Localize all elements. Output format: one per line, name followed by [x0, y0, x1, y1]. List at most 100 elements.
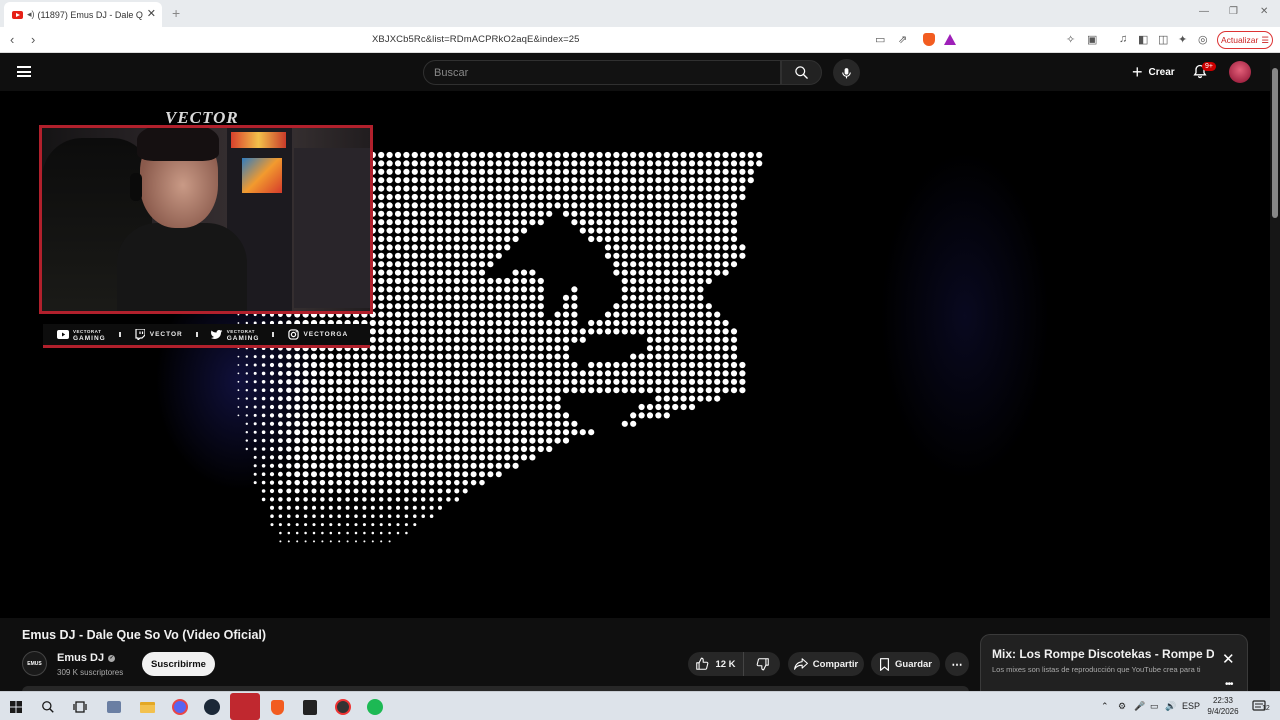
halftone-dot [361, 353, 368, 360]
halftone-dot [487, 210, 494, 217]
spotify-icon[interactable] [364, 696, 386, 718]
halftone-dot [722, 235, 729, 243]
share-button[interactable]: Compartir [788, 652, 864, 676]
halftone-dot [479, 479, 485, 486]
tab-search-icon[interactable]: ▣ [1087, 33, 1097, 46]
halftone-dot [520, 168, 528, 175]
halftone-dot [302, 471, 309, 478]
scrollbar-thumb[interactable] [1272, 68, 1278, 218]
url-field[interactable]: XBJXCb5Rc&list=RDmACPRkO2aqE&index=25 [372, 34, 580, 45]
page-scrollbar[interactable] [1270, 53, 1280, 690]
more-icon[interactable]: ••• [1225, 679, 1233, 690]
update-button[interactable]: Actualizar ☰ [1217, 31, 1273, 49]
maximize-icon[interactable]: ❐ [1229, 6, 1238, 17]
channel-avatar[interactable]: EMUS [22, 651, 47, 676]
like-button[interactable]: 12 K [688, 652, 744, 676]
browser-tab[interactable]: ◂) (11897) Emus DJ - Dale Que So Vo ✕ [4, 2, 162, 27]
halftone-dot [411, 395, 418, 402]
halftone-dot [428, 294, 435, 301]
back-icon[interactable]: ‹ [10, 32, 14, 47]
halftone-dot [478, 437, 486, 444]
halftone-dot [504, 151, 511, 159]
account-avatar[interactable] [1229, 61, 1251, 83]
tab-close-icon[interactable]: ✕ [147, 7, 156, 20]
volume-icon[interactable]: 🔊 [1165, 701, 1176, 712]
halftone-dot [470, 303, 477, 310]
channel-name[interactable]: Emus DJ ✓ [57, 652, 116, 664]
halftone-dot [579, 336, 586, 343]
brave-shield-icon[interactable] [923, 33, 935, 46]
epic-games-icon[interactable] [299, 696, 321, 718]
windows-start-icon[interactable] [5, 696, 27, 718]
video-player[interactable]: VECTOR VECTORAT GAMING VECTOR VECTORAT GAM… [0, 91, 1270, 618]
active-app-icon[interactable] [230, 693, 260, 720]
chevron-up-icon[interactable]: ⌃ [1101, 701, 1109, 712]
create-button[interactable]: + Crear [1124, 61, 1183, 83]
share-page-icon[interactable]: ⇗ [898, 33, 907, 46]
cast-icon[interactable]: ▭ [875, 33, 885, 46]
steam-icon[interactable] [201, 696, 223, 718]
halftone-dot [403, 151, 410, 159]
halftone-dot [478, 311, 486, 318]
window-close-icon[interactable]: ✕ [1260, 6, 1268, 17]
halftone-dot [478, 244, 486, 251]
discord-icon[interactable] [169, 696, 191, 718]
halftone-dot [478, 353, 486, 360]
extensions-icon[interactable]: ✧ [1066, 33, 1075, 46]
halftone-dot [445, 193, 452, 201]
halftone-dot [588, 219, 595, 226]
save-button[interactable]: Guardar [871, 652, 940, 676]
hamburger-menu-icon[interactable] [17, 66, 31, 77]
search-icon[interactable] [37, 696, 59, 718]
playlist-panel[interactable]: Mix: Los Rompe Discotekas - Rompe Disc..… [980, 634, 1248, 692]
halftone-dot [462, 168, 469, 175]
obs-icon[interactable] [332, 696, 354, 718]
network-icon[interactable]: ▭ [1150, 701, 1159, 712]
time: 22:33 [1212, 696, 1234, 705]
leo-ai-icon[interactable]: ✦ [1178, 33, 1187, 46]
halftone-dot [596, 227, 603, 234]
wallet-icon[interactable]: ◫ [1158, 33, 1168, 46]
app-icon[interactable] [103, 696, 125, 718]
halftone-dot [386, 412, 393, 419]
halftone-dot [411, 277, 418, 285]
close-icon[interactable]: ✕ [1222, 650, 1235, 668]
brave-rewards-icon[interactable] [944, 34, 956, 45]
video-title: Emus DJ - Dale Que So Vo (Video Oficial) [22, 628, 267, 642]
halftone-dot [705, 244, 712, 251]
playlist-title: Mix: Los Rompe Discotekas - Rompe Disc..… [992, 647, 1214, 661]
halftone-dot [420, 488, 426, 494]
subscribe-button[interactable]: Suscribirme [142, 652, 215, 676]
halftone-dot [663, 277, 670, 285]
task-view-icon[interactable] [69, 696, 91, 718]
forward-icon[interactable]: › [31, 32, 35, 47]
search-input[interactable] [434, 65, 764, 81]
brave-browser-icon[interactable] [266, 696, 288, 718]
halftone-dot [411, 160, 418, 167]
halftone-dot [520, 319, 528, 327]
vpn-icon[interactable]: ◎ [1198, 33, 1208, 46]
halftone-dot [680, 244, 687, 251]
tray-app-icon[interactable]: ⚙ [1118, 701, 1126, 712]
halftone-dot [420, 303, 427, 310]
halftone-dot [453, 185, 460, 192]
halftone-dot [571, 378, 578, 385]
minimize-icon[interactable]: — [1199, 6, 1209, 17]
halftone-dot [714, 311, 721, 318]
file-explorer-icon[interactable] [136, 696, 158, 718]
halftone-dot [663, 193, 670, 201]
sidebar-icon[interactable]: ◧ [1138, 33, 1148, 46]
voice-search-button[interactable] [833, 59, 860, 86]
microphone-tray-icon[interactable]: 🎤 [1134, 701, 1145, 712]
more-actions-button[interactable]: ⋯ [945, 652, 969, 676]
halftone-dot [520, 378, 528, 385]
halftone-dot [453, 395, 460, 402]
halftone-dot [596, 387, 603, 394]
language-indicator[interactable]: ESP [1182, 701, 1200, 711]
search-button[interactable] [781, 60, 822, 85]
media-icon[interactable]: ♫ [1119, 33, 1127, 45]
new-tab-icon[interactable]: + [172, 5, 180, 21]
dislike-button[interactable] [745, 652, 780, 676]
audio-playing-icon[interactable]: ◂) [27, 9, 35, 20]
clock[interactable]: 22:33 9/4/2026 [1200, 695, 1246, 717]
